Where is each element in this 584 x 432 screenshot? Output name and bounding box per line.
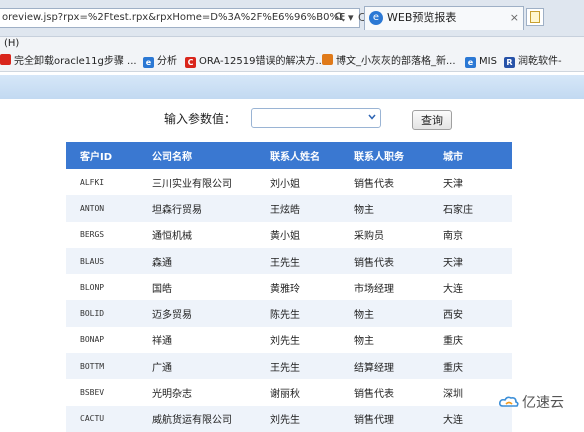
cell-customer-id: BLAUS: [66, 247, 138, 275]
cell-contact-title: 销售代理: [340, 405, 429, 432]
table-row: ANTON 坦森行贸易 王炫皓 物主 石家庄: [66, 195, 512, 222]
cell-company-name: 迈多贸易: [138, 300, 256, 327]
cell-city: 天津: [443, 178, 463, 190]
table-row: ALFKI 三川实业有限公司 刘小姐 销售代表 天津: [66, 169, 512, 195]
menu-bar: (H): [0, 37, 584, 51]
cell-city: 重庆: [443, 336, 463, 348]
cell-company-name: 通恒机械: [152, 231, 192, 243]
cell-city: 大连: [443, 283, 463, 295]
ie-icon: e: [143, 57, 154, 68]
cell-contact-title: 采购员: [354, 231, 384, 243]
report-table: 客户ID 公司名称 联系人姓名 联系人职务 城市 ALFKI 三川实业有限公司 刘小…: [66, 142, 512, 432]
cell-customer-id: BOTTM: [66, 353, 138, 380]
chevron-down-icon[interactable]: [367, 112, 377, 122]
cell-customer-id: CACTU: [66, 405, 138, 432]
header-company-name: 公司名称: [138, 142, 256, 169]
ie-icon: e: [369, 11, 383, 25]
watermark-logo: 亿速云: [498, 392, 578, 414]
cell-city: 西安: [429, 300, 512, 327]
cell-company-name: 三川实业有限公司: [152, 178, 232, 190]
cell-contact-name: 王先生: [256, 353, 340, 380]
table-row: CACTU 威航货运有限公司 刘先生 销售代理 大连: [66, 405, 512, 432]
report-toolbar: [0, 75, 584, 99]
favorite-icon: C: [185, 57, 196, 68]
table-row: BERGS 通恒机械 黄小姐 采购员 南京: [66, 222, 512, 248]
cell-city: 重庆: [429, 353, 512, 380]
cell-contact-name: 陈先生: [256, 300, 340, 327]
cell-company-name: 广通: [138, 353, 256, 380]
tab-web-preview[interactable]: e WEB预览报表 ×: [364, 6, 524, 30]
cell-company-name: 坦森行贸易: [138, 195, 256, 222]
cell-contact-title: 物主: [354, 336, 374, 348]
cell-contact-name: 黄小姐: [270, 231, 300, 243]
favorite-item-blog[interactable]: 博文_小灰灰的部落格_新...: [322, 54, 456, 70]
cell-contact-name: 王炫皓: [256, 195, 340, 222]
param-label: 输入参数值：: [164, 112, 237, 126]
address-bar[interactable]: oreview.jsp?rpx=%2Ftest.rpx&rpxHome=D%3A…: [0, 8, 360, 28]
favorite-item-mis[interactable]: e MIS: [465, 54, 497, 70]
header-customer-id: 客户ID: [66, 142, 138, 169]
cell-company-name: 森通: [138, 247, 256, 275]
cell-contact-title: 市场经理: [354, 283, 394, 295]
favorite-item-runqian[interactable]: R 润乾软件-: [504, 54, 562, 70]
favorite-item-analysis[interactable]: e 分析: [143, 54, 177, 70]
cell-contact-title: 销售代表: [354, 178, 394, 190]
table-row: BLAUS 森通 王先生 销售代表 天津: [66, 247, 512, 275]
cell-city: 石家庄: [429, 195, 512, 222]
cell-contact-name: 谢丽秋: [270, 389, 300, 401]
cell-customer-id: BOLID: [66, 300, 138, 327]
favorite-item-ora-error[interactable]: C ORA-12519错误的解决方...: [185, 54, 325, 70]
cell-contact-title: 物主: [340, 300, 429, 327]
menu-help[interactable]: (H): [4, 38, 19, 49]
browser-toolbar: oreview.jsp?rpx=%2Ftest.rpx&rpxHome=D%3A…: [0, 0, 584, 37]
cell-city: 天津: [429, 247, 512, 275]
cell-contact-title: 结算经理: [340, 353, 429, 380]
header-contact-name: 联系人姓名: [256, 142, 340, 169]
ie-icon: e: [465, 57, 476, 68]
header-city: 城市: [429, 142, 512, 169]
cloud-logo-icon: [499, 396, 519, 407]
table-header-row: 客户ID 公司名称 联系人姓名 联系人职务 城市: [66, 142, 512, 169]
tab-title: WEB预览报表: [387, 11, 457, 24]
cell-contact-name: 刘小姐: [270, 178, 300, 190]
table-row: BLONP 国皓 黄雅玲 市场经理 大连: [66, 274, 512, 300]
param-select[interactable]: [251, 108, 381, 128]
table-row: BSBEV 光明杂志 谢丽秋 销售代表 深圳: [66, 379, 512, 405]
cell-customer-id: BONAP: [80, 335, 105, 345]
cell-contact-title: 物主: [340, 195, 429, 222]
favorite-item-oracle[interactable]: 完全卸载oracle11g步骤 ...: [0, 54, 137, 70]
cell-contact-name: 刘先生: [270, 336, 300, 348]
table-row: BONAP 祥通 刘先生 物主 重庆: [66, 327, 512, 353]
cell-contact-name: 黄雅玲: [270, 283, 300, 295]
cell-company-name: 祥通: [152, 336, 172, 348]
cell-company-name: 威航货运有限公司: [138, 405, 256, 432]
dropdown-arrow-icon[interactable]: ▾: [348, 8, 354, 28]
cell-contact-title: 销售代表: [340, 247, 429, 275]
table-row: BOLID 迈多贸易 陈先生 物主 西安: [66, 300, 512, 327]
header-contact-title: 联系人职务: [340, 142, 429, 169]
cell-customer-id: BERGS: [80, 230, 105, 240]
cell-city: 南京: [443, 231, 463, 243]
watermark-text: 亿速云: [522, 395, 564, 411]
table-row: BOTTM 广通 王先生 结算经理 重庆: [66, 353, 512, 380]
favorite-icon: [0, 54, 11, 65]
close-icon[interactable]: ×: [510, 7, 519, 29]
cell-customer-id: BSBEV: [80, 388, 105, 398]
runqian-icon: R: [504, 57, 515, 68]
favorites-bar: 完全卸载oracle11g步骤 ... e 分析 C ORA-12519错误的解决方…: [0, 51, 584, 72]
cell-company-name: 国皓: [152, 283, 172, 295]
query-button[interactable]: 查询: [412, 110, 452, 130]
cell-customer-id: ALFKI: [80, 177, 105, 187]
cell-customer-id: BLONP: [80, 282, 105, 292]
cell-contact-title: 销售代表: [354, 389, 394, 401]
search-icon[interactable]: [335, 8, 345, 28]
cell-customer-id: ANTON: [66, 195, 138, 222]
cell-company-name: 光明杂志: [152, 389, 192, 401]
cell-contact-name: 刘先生: [256, 405, 340, 432]
cell-contact-name: 王先生: [256, 247, 340, 275]
favorite-icon: [322, 54, 333, 65]
new-tab-button[interactable]: [526, 8, 544, 26]
